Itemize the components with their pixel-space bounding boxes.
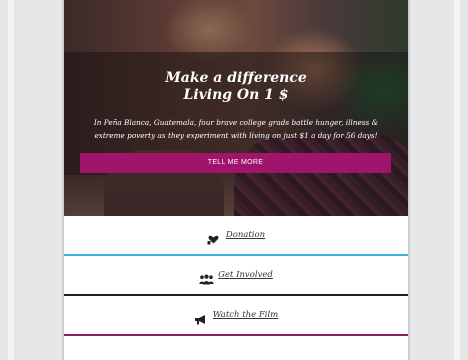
tell-me-more-button[interactable]: TELL ME MORE xyxy=(80,153,391,173)
hero-title-line1: Make a difference xyxy=(165,70,307,86)
hero-description: In Peña Blanca, Guatemala, four brave co… xyxy=(93,118,379,140)
hero-title-line2: Living On 1 $ xyxy=(183,87,289,103)
get-involved-link[interactable]: Get Involved xyxy=(218,270,273,280)
people-group-icon xyxy=(199,270,214,284)
menu-item-next xyxy=(64,336,408,360)
watch-film-link[interactable]: Watch the Film xyxy=(213,310,278,320)
hero-title: Make a difference Living On 1 $ xyxy=(64,70,408,104)
menu-item-get-involved[interactable]: Get Involved xyxy=(64,256,408,294)
menu-item-donation[interactable]: Donation xyxy=(64,216,408,254)
tablet-bezel-left xyxy=(0,0,64,360)
action-menu: Donation Get Involved Watch the Film xyxy=(64,216,408,360)
hero-section: Make a difference Living On 1 $ In Peña … xyxy=(64,0,408,216)
tablet-screen: Make a difference Living On 1 $ In Peña … xyxy=(64,0,408,360)
tablet-bezel-right xyxy=(408,0,468,360)
menu-item-watch-film[interactable]: Watch the Film xyxy=(64,296,408,334)
megaphone-icon xyxy=(194,310,207,324)
donation-link[interactable]: Donation xyxy=(226,230,265,240)
heart-hand-icon xyxy=(207,230,220,244)
